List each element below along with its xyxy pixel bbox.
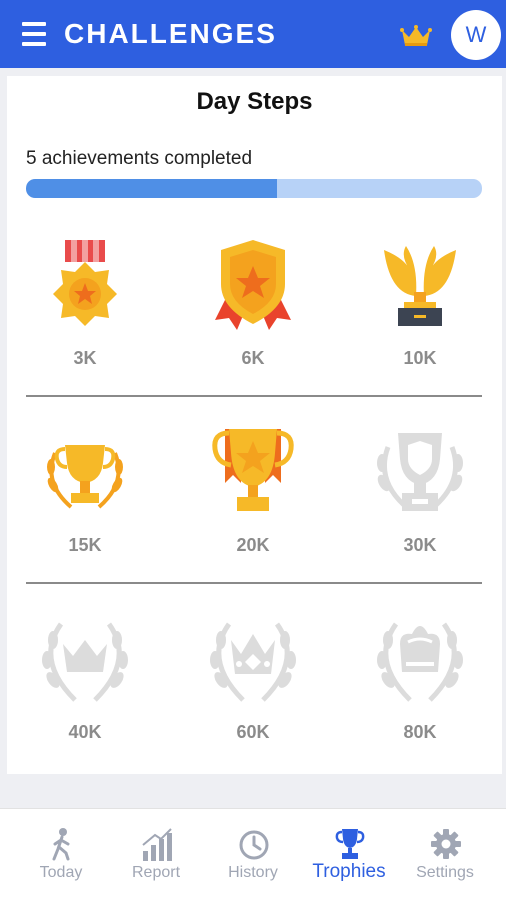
nav-label: Report <box>131 864 181 881</box>
avatar[interactable]: W <box>451 10 501 60</box>
divider <box>26 582 482 584</box>
badge-label: 6K <box>241 348 265 368</box>
bar-chart-icon <box>142 828 172 861</box>
badge-label: 80K <box>403 722 437 742</box>
nav-label: Today <box>39 864 83 881</box>
badge-10k[interactable]: 10K <box>350 236 490 386</box>
shield-cup-icon <box>377 433 463 511</box>
badge-20k[interactable]: 20K <box>183 423 323 573</box>
progress-text: 5 achievements completed <box>26 148 253 169</box>
winged-trophy-icon <box>384 246 456 326</box>
medal-star-icon <box>53 240 117 326</box>
badge-label: 40K <box>68 722 102 742</box>
progress-bar <box>26 179 482 198</box>
badge-6k[interactable]: 6K <box>183 236 323 386</box>
laurel-jeweled-crown-icon <box>210 622 296 702</box>
badge-80k[interactable]: 80K <box>350 610 490 760</box>
badge-30k[interactable]: 30K <box>350 423 490 573</box>
shield-ribbon-icon <box>215 240 291 330</box>
badge-15k[interactable]: 15K <box>15 423 155 573</box>
card-title: Day Steps <box>196 88 313 115</box>
progress-fill <box>26 179 277 198</box>
clock-icon <box>239 830 269 860</box>
gear-icon <box>431 829 461 859</box>
badge-label: 60K <box>236 722 270 742</box>
badge-40k[interactable]: 40K <box>15 610 155 760</box>
laurel-trophy-icon <box>47 445 123 509</box>
app-title: CHALLENGES <box>64 18 277 49</box>
badge-row: 15K 20K 30K <box>7 423 502 573</box>
crown-icon[interactable] <box>400 24 432 48</box>
trophy-icon <box>335 829 365 859</box>
badge-label: 30K <box>403 535 437 555</box>
star-cup-icon <box>212 429 294 511</box>
challenge-card: Day Steps 5 achievements completed 3K 6K… <box>7 76 502 774</box>
walking-person-icon <box>52 828 70 861</box>
hamburger-menu-icon[interactable] <box>22 22 46 46</box>
nav-report[interactable]: Report <box>106 809 206 900</box>
laurel-crown-icon <box>42 622 128 702</box>
nav-trophies[interactable]: Trophies <box>299 809 399 900</box>
nav-label: Trophies <box>312 861 386 882</box>
badge-label: 3K <box>73 348 97 368</box>
badge-row: 40K 60K 80K <box>7 610 502 760</box>
nav-label: Settings <box>416 864 474 881</box>
badge-60k[interactable]: 60K <box>183 610 323 760</box>
badge-label: 20K <box>236 535 270 555</box>
divider <box>26 395 482 397</box>
app-header: CHALLENGES W <box>0 0 506 68</box>
badge-row: 3K 6K 10K <box>7 236 502 386</box>
badge-label: 15K <box>68 535 102 555</box>
bottom-nav: Today Report History Trophies Settings <box>0 808 506 900</box>
laurel-royal-crown-icon <box>377 622 463 702</box>
nav-label: History <box>228 864 278 881</box>
nav-settings[interactable]: Settings <box>395 809 495 900</box>
nav-history[interactable]: History <box>203 809 303 900</box>
nav-today[interactable]: Today <box>11 809 111 900</box>
badge-label: 10K <box>403 348 437 368</box>
badge-3k[interactable]: 3K <box>15 236 155 386</box>
